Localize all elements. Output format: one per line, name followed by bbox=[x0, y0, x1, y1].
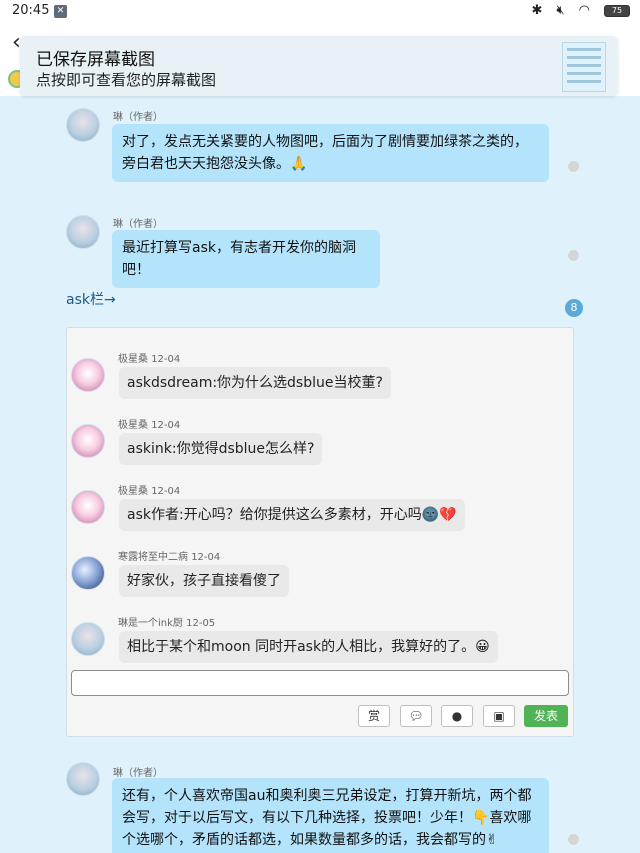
avatar[interactable] bbox=[71, 622, 105, 656]
comment-count-badge[interactable]: 8 bbox=[565, 299, 583, 317]
avatar[interactable] bbox=[66, 215, 100, 249]
comment-author: 极星桑 12-04 bbox=[118, 486, 181, 497]
send-button[interactable]: 发表 bbox=[524, 705, 568, 727]
comment-bubble: 相比于某个和moon 同时开ask的人相比，我算好的了。😀 bbox=[119, 631, 498, 663]
bluetooth-icon: ✱ bbox=[531, 3, 543, 18]
image-icon[interactable]: ▣ bbox=[483, 705, 515, 727]
message-bubble: 还有，个人喜欢帝国au和奥利奥三兄弟设定，打算开新坑，两个都会写，对于以后写文，… bbox=[112, 778, 549, 853]
avatar[interactable] bbox=[71, 358, 105, 392]
author-name: 琳（作者） bbox=[113, 112, 163, 123]
comment-author: 寒露将至中二病 12-04 bbox=[118, 552, 221, 563]
more-dot-icon[interactable] bbox=[568, 250, 579, 261]
comment-author: 琳是一个ink厨 12-05 bbox=[118, 618, 216, 629]
status-time: 20:45 bbox=[12, 3, 50, 18]
github-icon[interactable]: ● bbox=[441, 705, 473, 727]
comment-panel: 极星桑 12-04 askdsdream:你为什么选dsblue当校董? 极星桑… bbox=[66, 327, 574, 737]
ask-link[interactable]: ask栏→ bbox=[66, 289, 116, 309]
comment-bubble: 好家伙，孩子直接看傻了 bbox=[119, 565, 289, 597]
reward-button[interactable]: 赏 bbox=[358, 705, 390, 727]
notification-icon: ✕ bbox=[54, 5, 67, 18]
battery-icon: 75 bbox=[604, 4, 630, 17]
avatar[interactable] bbox=[71, 556, 105, 590]
avatar[interactable] bbox=[71, 424, 105, 458]
comment-input[interactable] bbox=[71, 670, 569, 696]
message-bubble: 最近打算写ask，有志者开发你的脑洞吧！ bbox=[112, 230, 380, 288]
mute-icon: 🔇︎ bbox=[556, 3, 565, 18]
more-dot-icon[interactable] bbox=[568, 834, 579, 845]
chat-bubble-icon[interactable]: 💬︎ bbox=[400, 705, 432, 727]
screenshot-thumbnail[interactable] bbox=[562, 42, 606, 92]
author-name: 琳（作者） bbox=[113, 219, 163, 230]
comment-author: 极星桑 12-04 bbox=[118, 354, 181, 365]
comment-bubble: askink:你觉得dsblue怎么样? bbox=[119, 433, 323, 465]
screenshot-toast[interactable]: 已保存屏幕截图 点按即可查看您的屏幕截图 bbox=[20, 36, 618, 96]
avatar[interactable] bbox=[71, 490, 105, 524]
avatar[interactable] bbox=[66, 762, 100, 796]
message-bubble: 对了，发点无关紧要的人物图吧，后面为了剧情要加绿茶之类的，旁白君也天天抱怨没头像… bbox=[112, 124, 549, 182]
author-name: 琳（作者） bbox=[113, 768, 163, 779]
status-bar: 20:45 ✕ ✱ 🔇︎ ◠ 75 bbox=[0, 0, 640, 24]
wifi-icon: ◠ bbox=[578, 3, 590, 18]
comment-bubble: ask作者:开心吗？给你提供这么多素材，开心吗🌚💔 bbox=[119, 499, 465, 531]
avatar[interactable] bbox=[66, 108, 100, 142]
toast-subtitle: 点按即可查看您的屏幕截图 bbox=[36, 71, 217, 89]
toast-title: 已保存屏幕截图 bbox=[36, 50, 155, 70]
status-icons: ✱ 🔇︎ ◠ 75 bbox=[532, 3, 630, 18]
comment-bubble: askdsdream:你为什么选dsblue当校董? bbox=[119, 367, 391, 399]
more-dot-icon[interactable] bbox=[568, 161, 579, 172]
comment-author: 极星桑 12-04 bbox=[118, 420, 181, 431]
